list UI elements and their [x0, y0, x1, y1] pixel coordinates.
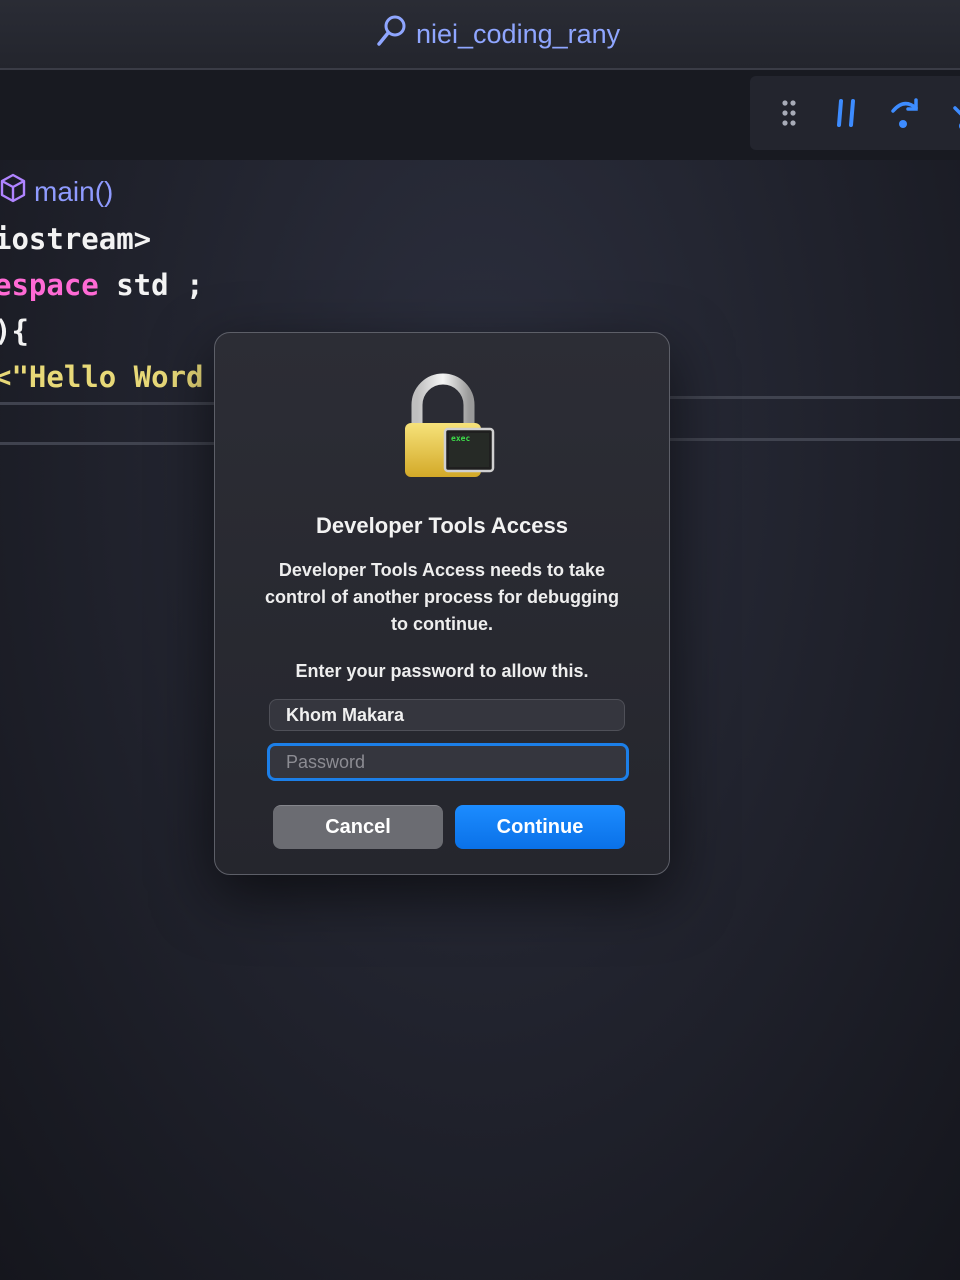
breadcrumb[interactable]: main() [0, 173, 113, 210]
search-icon [376, 14, 408, 55]
code-keyword: espace [0, 268, 99, 302]
code-text: ){ [0, 314, 29, 348]
dialog-title: Developer Tools Access [316, 513, 568, 538]
code-line: <"Hello Word [0, 360, 204, 394]
step-over-icon[interactable] [888, 93, 922, 133]
auth-dialog: exec Developer Tools Access Developer To… [214, 332, 670, 875]
breadcrumb-label: main() [34, 175, 114, 207]
window-title: niei_coding_rany [416, 19, 621, 49]
continue-button[interactable]: Continue [455, 805, 625, 849]
password-field[interactable] [267, 743, 629, 781]
username-field[interactable] [269, 699, 625, 731]
code-text: iostream> [0, 222, 152, 256]
window-title-bar: niei_coding_rany [0, 0, 960, 70]
divider [0, 442, 214, 445]
debug-bar [750, 76, 960, 150]
dialog-prompt: Enter your password to allow this. [295, 661, 589, 681]
pause-icon[interactable] [830, 93, 864, 133]
code-text: std ; [98, 268, 204, 302]
cube-icon [0, 173, 26, 210]
code-line: ){ [0, 314, 29, 348]
dialog-message: Developer Tools Access needs to take con… [264, 560, 619, 634]
code-line: espace std ; [0, 268, 204, 302]
cancel-button[interactable]: Cancel [273, 805, 443, 849]
lock-icon: exec [403, 373, 499, 483]
divider [668, 438, 960, 441]
drag-handle-icon[interactable] [772, 93, 806, 133]
code-string: <"Hello Word [0, 360, 204, 394]
divider [0, 402, 214, 405]
divider [668, 396, 960, 399]
scheme-title[interactable]: niei_coding_rany [376, 14, 620, 55]
code-line: iostream> [0, 222, 151, 256]
exec-badge: exec [451, 434, 471, 443]
step-into-icon[interactable] [946, 93, 960, 133]
